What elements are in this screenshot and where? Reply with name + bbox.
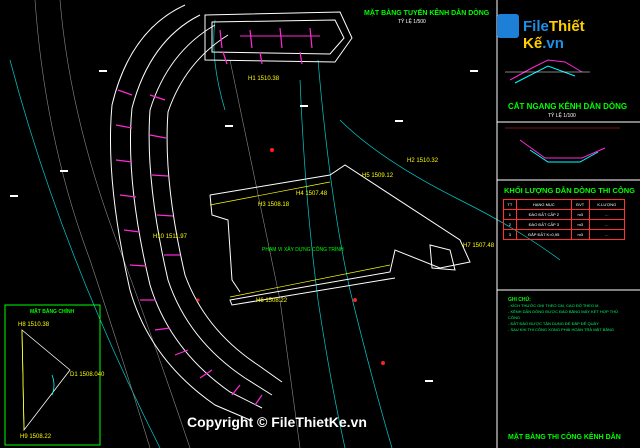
table-cell: 2: [503, 219, 517, 230]
brand-logo: FileThiết Kế.vn: [497, 12, 615, 52]
point-label: H1 1510.38: [248, 76, 280, 82]
canal-head: [204, 11, 353, 63]
table-cell: ĐÀO ĐẤT CẤP 2: [515, 209, 572, 220]
work-area-label: PHẠM VI XÂY DỰNG CÔNG TRÌNH: [262, 247, 344, 253]
table-cell: ...: [588, 209, 626, 220]
table-cell: 3: [503, 229, 517, 240]
plan-title: MẶT BẰNG TUYẾN KÊNH DẪN DÒNG: [364, 10, 490, 17]
point-label: H2 1510.32: [407, 158, 439, 164]
table-cell: m3: [570, 209, 590, 220]
table-cell: m3: [570, 229, 590, 240]
work-area-outline: [209, 164, 471, 306]
point-label: H3 1508.18: [258, 202, 290, 208]
quantity-title: KHỐI LƯỢNG DẪN DÒNG THI CÔNG: [504, 186, 635, 195]
table-header: ĐVT: [570, 199, 590, 210]
table-row: 1 ĐÀO ĐẤT CẤP 2 m3 ...: [503, 209, 626, 220]
table-cell: ĐÀO ĐẤT CẤP 3: [515, 219, 572, 230]
point-label: H8 1510.38: [18, 322, 50, 328]
point-label: H4 1507.48: [296, 191, 328, 197]
plan-scale: TỶ LỆ 1/500: [398, 19, 426, 25]
table-cell: m3: [570, 219, 590, 230]
elevation-ticks: [10, 70, 478, 382]
table-cell: ...: [588, 229, 626, 240]
section-sketch-top: [505, 59, 590, 84]
table-cell: 1: [503, 209, 517, 220]
table-cell: ...: [588, 219, 626, 230]
terrain-contours: [9, 19, 561, 448]
note-line: - KÊNH DẪN DÒNG ĐƯỢC ĐÀO BẰNG MÁY KẾT HỢ…: [508, 309, 618, 320]
survey-markers: [196, 148, 385, 365]
section-sketch-canal: [505, 127, 620, 163]
point-label: H7 1507.48: [463, 243, 495, 249]
notes-block: GHI CHÚ: - KÍCH THƯỚC GHI THEO CM, CAO Đ…: [508, 297, 628, 333]
point-label: H10 1511.97: [153, 234, 187, 240]
point-label: H5 1509.12: [362, 173, 394, 179]
section-scale: TỶ LỆ 1/100: [548, 113, 576, 119]
table-header: HẠNG MỤC: [515, 199, 572, 210]
point-label: H9 1508.22: [20, 434, 52, 440]
bottom-title: MẶT BẰNG THI CÔNG KÊNH DẪN: [508, 434, 621, 441]
point-label: H6 1508.22: [256, 298, 288, 304]
table-header-row: TT HẠNG MỤC ĐVT K.LƯỢNG: [503, 199, 626, 210]
table-header: K.LƯỢNG: [588, 199, 626, 210]
logo-mark: [497, 14, 519, 38]
table-cell: ĐẮP ĐẤT K=0,95: [515, 229, 572, 240]
table-header: TT: [503, 199, 517, 210]
inset-drawing: [21, 329, 71, 432]
table-row: 2 ĐÀO ĐẤT CẤP 3 m3 ...: [503, 219, 626, 230]
logo-text: FileThiết Kế.vn: [523, 18, 585, 52]
canal-alignment: [109, 4, 283, 421]
ground-lines: [34, 0, 301, 448]
copyright-watermark: Copyright © FileThietKe.vn: [187, 414, 367, 430]
section-title: CẮT NGANG KÊNH DẪN DÒNG: [508, 102, 628, 111]
inset-title: MẶT BẰNG CHÍNH: [30, 309, 75, 315]
quantity-table: TT HẠNG MỤC ĐVT K.LƯỢNG 1 ĐÀO ĐẤT CẤP 2 …: [503, 199, 626, 240]
table-row: 3 ĐẮP ĐẤT K=0,95 m3 ...: [503, 229, 626, 240]
point-label: D1 1508.040: [70, 372, 105, 378]
dimension-lines: [209, 181, 391, 298]
note-line: - SAU KHI THI CÔNG XONG PHẢI HOÀN TRẢ MẶ…: [508, 327, 615, 332]
slope-hatches: [115, 27, 313, 406]
